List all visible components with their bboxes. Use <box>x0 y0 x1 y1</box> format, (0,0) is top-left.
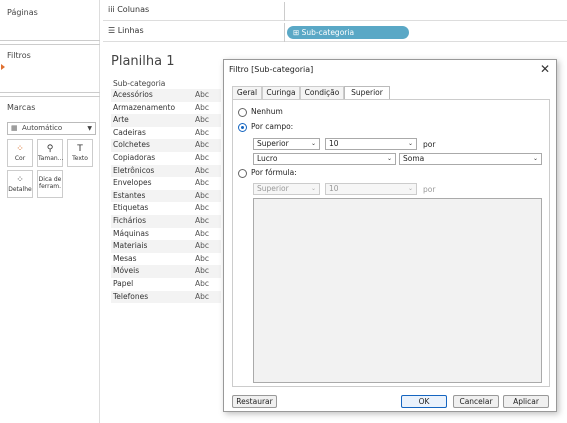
columns-label: iii Colunas <box>108 5 150 14</box>
formula-by-label: por <box>423 185 436 194</box>
table-row[interactable]: Telefones Abc <box>111 290 221 304</box>
chevron-down-icon: ⌄ <box>386 155 392 162</box>
table-row[interactable]: Envelopes Abc <box>111 177 221 190</box>
table-row[interactable]: Mesas Abc <box>111 253 221 266</box>
tooltip-mark-button[interactable]: Dica de ferram. <box>37 170 63 198</box>
chevron-down-icon: ⌄ <box>407 140 413 147</box>
divider <box>0 40 100 41</box>
tab-wildcard[interactable]: Curinga <box>262 86 300 99</box>
radio-circle-selected <box>238 123 247 132</box>
table-row[interactable]: Arte Abc <box>111 114 221 127</box>
pages-title: Páginas <box>7 8 38 17</box>
mark-type-value: Automático <box>22 124 63 132</box>
left-sidebar: Páginas Filtros Marcas ▦ Automático ▼ ⁘ … <box>0 0 100 423</box>
mark-type-select[interactable]: ▦ Automático ▼ <box>7 122 96 135</box>
divider <box>284 23 285 42</box>
text-mark-button[interactable]: T Texto <box>67 139 93 167</box>
table-row[interactable]: Armazenamento Abc <box>111 102 221 115</box>
rows-icon: ☰ <box>108 26 118 35</box>
collapse-arrow-icon[interactable] <box>1 64 5 70</box>
sheet-rows: Acessórios Abc Armazenamento Abc Arte Abc C… <box>111 89 221 304</box>
chevron-down-icon: ▼ <box>87 125 92 132</box>
close-icon[interactable]: ✕ <box>540 62 550 76</box>
column-header: Sub-categoria <box>113 79 166 88</box>
radio-none-label: Nenhum <box>251 107 283 116</box>
text-label: Texto <box>72 155 88 162</box>
radio-circle <box>238 108 247 117</box>
tab-top[interactable]: Superior <box>344 86 390 100</box>
table-row[interactable]: Eletrônicos Abc <box>111 164 221 178</box>
chevron-down-icon: ⌄ <box>310 185 316 192</box>
sub-category-pill[interactable]: ⊞ Sub-categoria <box>287 26 409 39</box>
divider <box>0 44 100 45</box>
formula-direction-select[interactable]: Superior ⌄ <box>253 183 320 195</box>
count-select[interactable]: 10 ⌄ <box>325 138 417 150</box>
table-row[interactable]: Copiadoras Abc <box>111 152 221 165</box>
table-row[interactable]: Fichários Abc <box>111 214 221 228</box>
apply-button[interactable]: Aplicar <box>503 395 549 408</box>
rows-shelf[interactable]: ☰ Linhas ⊞ Sub-categoria <box>103 23 567 42</box>
table-row[interactable]: Móveis Abc <box>111 265 221 278</box>
tab-general[interactable]: Geral <box>232 86 262 99</box>
detail-icon: ⁘ <box>16 175 24 185</box>
table-row[interactable]: Máquinas Abc <box>111 228 221 241</box>
color-label: Cor <box>14 155 26 162</box>
cancel-button[interactable]: Cancelar <box>453 395 499 408</box>
divider <box>284 2 285 21</box>
table-row[interactable]: Colchetes Abc <box>111 139 221 152</box>
radio-by-formula-label: Por fórmula: <box>251 168 297 177</box>
color-icon: ⁘ <box>16 144 24 154</box>
formula-count-select[interactable]: 10 ⌄ <box>325 183 417 195</box>
table-row[interactable]: Estantes Abc <box>111 189 221 203</box>
divider <box>0 92 100 93</box>
ok-button[interactable]: OK <box>401 395 447 408</box>
aggregation-select[interactable]: Soma ⌄ <box>399 153 542 165</box>
columns-shelf[interactable]: iii Colunas <box>103 2 567 21</box>
size-icon: ⚲ <box>46 144 54 154</box>
size-mark-button[interactable]: ⚲ Taman... <box>37 139 63 167</box>
sheet-title: Planilha 1 <box>111 54 175 69</box>
chevron-down-icon: ⌄ <box>407 185 413 192</box>
radio-by-field-label: Por campo: <box>251 122 294 131</box>
detail-mark-button[interactable]: ⁘ Detalhe <box>7 170 33 198</box>
chevron-down-icon: ⌄ <box>532 155 538 162</box>
field-select[interactable]: Lucro ⌄ <box>253 153 396 165</box>
table-row[interactable]: Materiais Abc <box>111 240 221 253</box>
mark-type-icon: ▦ <box>11 124 18 132</box>
dialog-title: Filtro [Sub-categoria] <box>229 65 314 74</box>
tab-content-top: Nenhum Por campo: Superior ⌄ 10 ⌄ por Lucr… <box>232 99 550 387</box>
radio-circle <box>238 169 247 178</box>
color-mark-button[interactable]: ⁘ Cor <box>7 139 33 167</box>
divider <box>0 96 100 97</box>
formula-editor[interactable] <box>253 198 542 383</box>
tab-condition[interactable]: Condição <box>300 86 344 99</box>
filter-dialog: Filtro [Sub-categoria] ✕ Geral Curinga C… <box>223 59 557 412</box>
reset-button[interactable]: Restaurar <box>232 395 277 408</box>
size-label: Taman... <box>38 155 64 162</box>
table-row[interactable]: Acessórios Abc <box>111 89 221 102</box>
direction-select[interactable]: Superior ⌄ <box>253 138 320 150</box>
table-row[interactable]: Papel Abc <box>111 278 221 291</box>
text-icon: T <box>77 144 83 154</box>
columns-icon: iii <box>108 5 118 14</box>
table-row[interactable]: Etiquetas Abc <box>111 202 221 215</box>
tooltip-label: Dica de ferram. <box>38 176 62 190</box>
by-label: por <box>423 140 436 149</box>
filters-title: Filtros <box>7 51 31 60</box>
detail-label: Detalhe <box>8 186 32 193</box>
table-row[interactable]: Cadeiras Abc <box>111 127 221 140</box>
rows-label: ☰ Linhas <box>108 26 144 35</box>
chevron-down-icon: ⌄ <box>310 140 316 147</box>
marks-title: Marcas <box>7 103 36 112</box>
